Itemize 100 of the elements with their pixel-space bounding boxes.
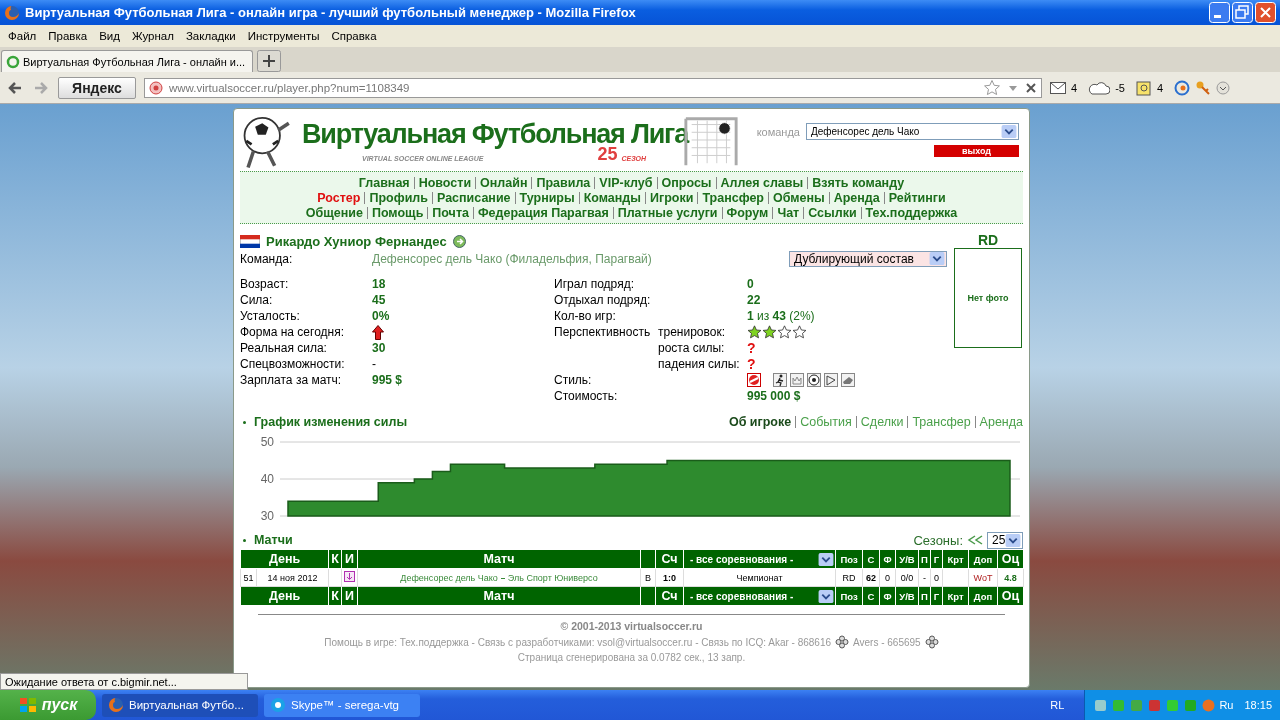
flower-icon xyxy=(835,635,850,649)
nav-link[interactable]: Взять команду xyxy=(812,175,905,190)
season-number: 25 xyxy=(597,146,618,162)
close-icon[interactable] xyxy=(1025,81,1037,94)
stat-label: Форма на сегодня: xyxy=(240,325,346,339)
nav-link[interactable]: Новости xyxy=(418,175,472,190)
season-select[interactable]: 25 xyxy=(987,531,1023,549)
team-label: команда xyxy=(756,125,800,138)
nav-link[interactable]: Обмены xyxy=(773,190,825,205)
chevron-down-icon[interactable] xyxy=(1216,80,1231,95)
nav-link[interactable]: Форум xyxy=(726,205,769,220)
menu-item[interactable]: Файл xyxy=(2,30,43,42)
menu-item[interactable]: Инструменты xyxy=(241,30,326,42)
yandex-button[interactable]: Яндекс xyxy=(58,76,136,99)
menu-item[interactable]: Вид xyxy=(93,30,126,42)
language-indicator[interactable]: Ru xyxy=(1219,699,1234,711)
section-tab[interactable]: События xyxy=(800,415,852,429)
stat-label: Команда: xyxy=(240,251,294,266)
nav-link[interactable]: Тех.поддержка xyxy=(865,205,958,220)
column-header: Оц xyxy=(997,549,1024,569)
competition-select[interactable]: - все соревнования - xyxy=(684,551,835,567)
table-cell: В xyxy=(640,568,656,587)
stat-value: 45 xyxy=(372,293,386,307)
player-name: Рикардо Хуниор Фернандес xyxy=(266,233,447,249)
nav-link[interactable]: Расписание xyxy=(437,190,511,205)
caret-icon xyxy=(1005,533,1022,547)
menu-item[interactable]: Справка xyxy=(325,30,383,42)
note-icon[interactable] xyxy=(1135,79,1152,96)
nav-link[interactable]: Правила xyxy=(536,175,591,190)
cloud-icon[interactable] xyxy=(1088,80,1111,95)
nav-link[interactable]: Профиль xyxy=(369,190,428,205)
section-tab[interactable]: Аренда xyxy=(979,415,1023,429)
nav-link[interactable]: Главная xyxy=(358,175,410,190)
nav-link[interactable]: Платные услуги xyxy=(617,205,718,220)
taskbar-button[interactable]: Skype™ - serega-vtg xyxy=(264,693,420,717)
section-tab[interactable]: Об игроке xyxy=(728,415,792,429)
stat-sublabel: падения силы: xyxy=(658,357,741,371)
minimize-button[interactable] xyxy=(1209,2,1230,23)
stat-value: 0 xyxy=(747,277,755,291)
firefox-icon xyxy=(108,697,124,713)
competition-select[interactable]: - все соревнования - xyxy=(684,588,835,604)
windows-logo-icon xyxy=(18,697,37,713)
team-link[interactable]: Дефенсорес дель Чако (Филадельфия, Парагвай) xyxy=(372,251,652,266)
nav-link[interactable]: VIP-клуб xyxy=(599,175,653,190)
close-button[interactable] xyxy=(1255,2,1276,23)
table-cell: 14 ноя 2012 xyxy=(256,568,329,587)
nav-link[interactable]: Онлайн xyxy=(480,175,528,190)
key-icon[interactable] xyxy=(1195,79,1212,96)
browser-tab[interactable]: Виртуальная Футбольная Лига - онлайн и... xyxy=(1,50,253,72)
site-icon xyxy=(149,80,163,95)
maximize-button[interactable] xyxy=(1232,2,1253,23)
copyright-text: © 2001-2013 virtualsoccer.ru xyxy=(560,620,703,632)
menu-item[interactable]: Закладки xyxy=(179,30,242,42)
nav-link[interactable]: Чат xyxy=(777,205,800,220)
double-arrow-left-icon[interactable] xyxy=(967,535,983,545)
help-text: Помощь в игре: Тех.поддержка - Связь с разработчиками: vsol@virtualsoccer.ru - Связь по ICQ: Akar - 868616 xyxy=(324,636,832,648)
caret-icon xyxy=(818,552,834,566)
logout-button[interactable]: выход xyxy=(934,145,1019,157)
menu-item[interactable]: Журнал xyxy=(125,30,180,42)
table-cell: RD xyxy=(835,568,863,587)
start-button[interactable]: пуск xyxy=(0,690,96,720)
team-link[interactable]: Дефенсорес дель Чако xyxy=(400,572,498,583)
nav-link[interactable]: Опросы xyxy=(661,175,712,190)
mail-icon[interactable] xyxy=(1050,81,1066,94)
window-title: Виртуальная Футбольная Лига - онлайн игра - лучший футбольный менеджер - Mozilla Firefox xyxy=(25,5,636,20)
table-cell: 4.8 xyxy=(997,568,1024,587)
nav-link[interactable]: Аллея славы xyxy=(720,175,804,190)
seasons-label: Сезоны: xyxy=(913,532,963,548)
nav-link[interactable]: Помощь xyxy=(371,205,424,220)
stat-sublabel: роста силы: xyxy=(658,341,726,355)
bookmark-star-icon[interactable] xyxy=(983,78,1001,97)
flag-icon xyxy=(240,234,260,248)
new-tab-button[interactable] xyxy=(257,50,281,72)
nav-link[interactable]: Общение xyxy=(305,205,363,220)
nav-link[interactable]: Трансфер xyxy=(702,190,764,205)
team-select[interactable]: Дефенсорес дель Чако xyxy=(806,123,1019,140)
team-link[interactable]: Эль Спорт Юниверсо xyxy=(507,572,598,583)
nav-link[interactable]: Почта xyxy=(432,205,469,220)
nav-link[interactable]: Федерация Парагвая xyxy=(477,205,609,220)
table-cell: 62 xyxy=(862,568,880,587)
menu-item[interactable]: Правка xyxy=(42,30,94,42)
clock: 18:15 xyxy=(1244,699,1272,711)
arrow-circle-icon[interactable] xyxy=(452,234,466,248)
squad-select[interactable]: Дублирующий состав xyxy=(789,250,947,267)
nav-link[interactable]: Аренда xyxy=(833,190,880,205)
stat-value: 22 xyxy=(747,293,762,307)
nav-link[interactable]: Игроки xyxy=(650,190,694,205)
nav-link[interactable]: Команды xyxy=(583,190,641,205)
section-tab[interactable]: Сделки xyxy=(860,415,904,429)
section-tab[interactable]: Трансфер xyxy=(912,415,971,429)
taskbar-button[interactable]: Виртуальная Футбо... xyxy=(102,693,258,717)
nav-link[interactable]: Ссылки xyxy=(808,205,857,220)
address-field[interactable]: www.virtualsoccer.ru/player.php?num=1108349 xyxy=(144,77,1042,98)
nav-link[interactable]: Турниры xyxy=(519,190,575,205)
column-header: День xyxy=(240,549,329,569)
no-photo-text: Нет фото xyxy=(967,293,1009,303)
language-indicator[interactable]: RL xyxy=(1050,699,1065,711)
nav-link[interactable]: Рейтинги xyxy=(888,190,946,205)
star-icon xyxy=(792,324,807,340)
nav-link[interactable]: Ростер xyxy=(317,190,361,205)
